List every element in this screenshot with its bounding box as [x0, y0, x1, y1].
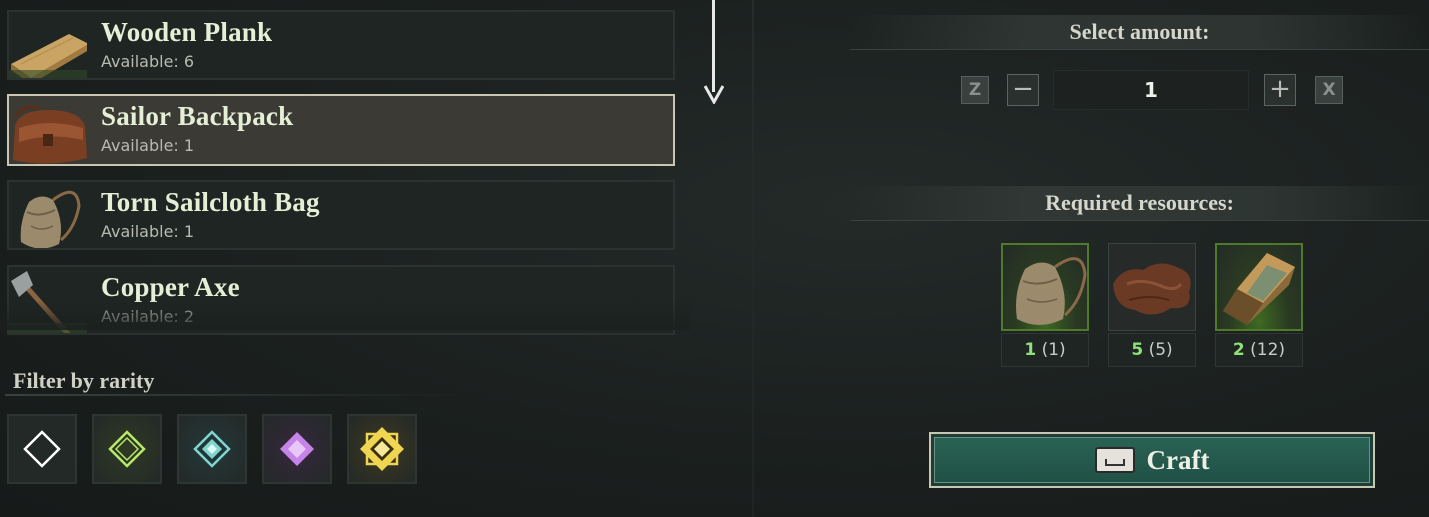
- resource-need: (1): [1041, 340, 1066, 360]
- item-availability: Available: 2: [101, 307, 195, 326]
- item-name: Wooden Plank: [101, 17, 273, 47]
- panel-divider: [752, 0, 754, 517]
- copper-axe-icon: [9, 267, 87, 333]
- resource-count: 1 (1): [1001, 333, 1089, 367]
- resource-slot-sailcloth-bag[interactable]: 1 (1): [1001, 243, 1089, 368]
- item-row-wooden-plank[interactable]: Wooden Plank Available: 6: [7, 10, 675, 80]
- resource-need: (5): [1148, 340, 1173, 360]
- item-name: Copper Axe: [101, 272, 240, 302]
- rare-rarity-icon: [193, 430, 231, 468]
- rarity-filter-rare[interactable]: [177, 414, 247, 484]
- rarity-filter-common[interactable]: [7, 414, 77, 484]
- item-name: Torn Sailcloth Bag: [101, 187, 320, 217]
- decrease-key-hint: Z: [961, 76, 989, 104]
- required-resources-header: Required resources:: [850, 186, 1429, 221]
- resource-need: (12): [1250, 340, 1286, 360]
- resource-slot-copper-ingot[interactable]: 2 (12): [1215, 243, 1303, 368]
- wooden-plank-icon: [9, 12, 87, 78]
- decrease-amount-button[interactable]: −: [1007, 74, 1039, 106]
- sailcloth-bag-icon: [1001, 243, 1089, 331]
- rarity-filter-uncommon[interactable]: [92, 414, 162, 484]
- common-rarity-icon: [23, 430, 61, 468]
- scroll-indicator-line: [712, 0, 715, 92]
- torn-sailcloth-bag-icon: [9, 182, 87, 248]
- item-availability: Available: 1: [101, 222, 195, 241]
- sailor-backpack-icon: [9, 96, 87, 164]
- animal-fur-icon: [1108, 243, 1196, 331]
- craft-button-label: Craft: [1146, 444, 1210, 475]
- increase-amount-button[interactable]: +: [1264, 74, 1296, 106]
- increase-key-hint: X: [1315, 76, 1343, 104]
- amount-input[interactable]: 1: [1053, 70, 1249, 110]
- rarity-filter-legendary[interactable]: [347, 414, 417, 484]
- craft-button[interactable]: Craft: [929, 432, 1375, 488]
- resource-have: 5: [1131, 340, 1144, 360]
- spacebar-key-icon: [1094, 447, 1135, 473]
- item-row-torn-sailcloth-bag[interactable]: Torn Sailcloth Bag Available: 1: [7, 180, 675, 250]
- legendary-rarity-icon: [360, 427, 404, 471]
- select-amount-header: Select amount:: [850, 15, 1429, 50]
- filter-title: Filter by rarity: [13, 368, 155, 393]
- item-availability: Available: 1: [101, 136, 195, 155]
- uncommon-rarity-icon: [108, 430, 146, 468]
- resource-count: 2 (12): [1215, 333, 1303, 367]
- item-row-copper-axe[interactable]: Copper Axe Available: 2: [7, 265, 675, 335]
- item-row-sailor-backpack[interactable]: Sailor Backpack Available: 1: [7, 94, 675, 166]
- rarity-filter-epic[interactable]: [262, 414, 332, 484]
- epic-rarity-icon: [280, 432, 314, 466]
- item-availability: Available: 6: [101, 52, 195, 71]
- resource-slot-animal-fur[interactable]: 5 (5): [1108, 243, 1196, 368]
- filter-divider: [5, 394, 475, 396]
- copper-ingot-icon: [1215, 243, 1303, 331]
- resource-count: 5 (5): [1108, 333, 1196, 367]
- resource-have: 2: [1232, 340, 1245, 360]
- resource-have: 1: [1024, 340, 1037, 360]
- item-name: Sailor Backpack: [101, 101, 294, 131]
